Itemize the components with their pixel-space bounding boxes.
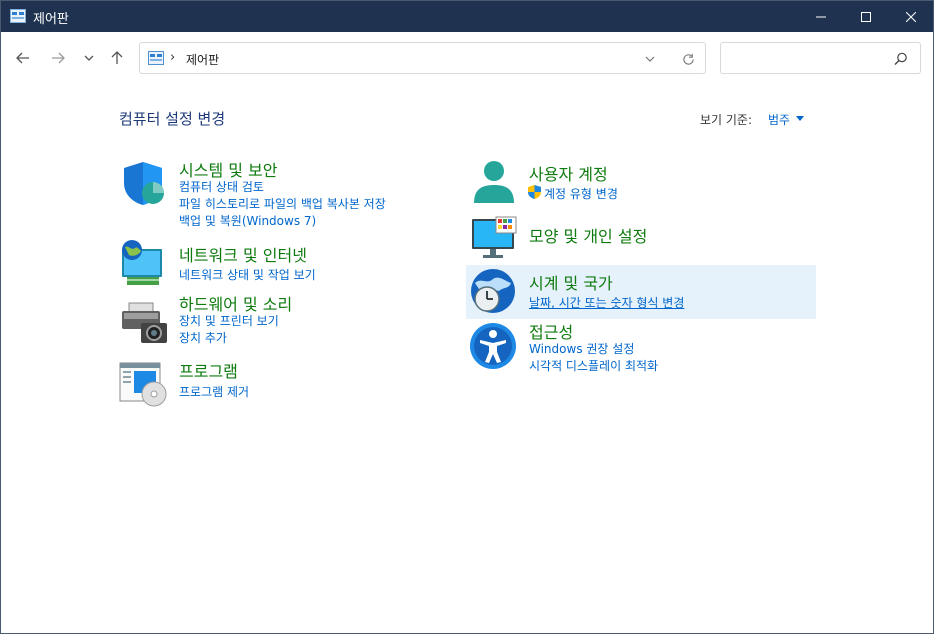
programs-disc-icon[interactable]	[119, 359, 167, 407]
link-review-computer-status[interactable]: 컴퓨터 상태 검토	[179, 178, 264, 195]
security-shield-icon[interactable]	[119, 159, 167, 207]
minimize-button[interactable]	[798, 1, 844, 32]
control-panel-app-icon	[10, 9, 26, 23]
link-change-account-type[interactable]: 계정 유형 변경	[544, 185, 618, 202]
search-box[interactable]	[720, 42, 921, 74]
control-panel-icon	[148, 51, 164, 65]
link-windows-recommended-settings[interactable]: Windows 권장 설정	[529, 340, 634, 357]
link-view-devices-printers[interactable]: 장치 및 프린터 보기	[179, 312, 279, 329]
close-icon	[906, 11, 916, 22]
user-accounts-icon[interactable]	[470, 159, 518, 207]
accessibility-icon[interactable]	[469, 322, 517, 370]
network-globe-icon[interactable]	[119, 239, 167, 287]
forward-button[interactable]	[46, 46, 70, 70]
minimize-icon	[816, 16, 826, 17]
arrow-left-icon	[16, 52, 29, 64]
back-button[interactable]	[11, 46, 35, 70]
link-network-status[interactable]: 네트워크 상태 및 작업 보기	[179, 266, 316, 283]
title-bar[interactable]: 제어판	[1, 1, 933, 32]
view-by-label: 보기 기준:	[700, 113, 753, 127]
breadcrumb-separator-icon[interactable]: ›	[170, 50, 175, 65]
refresh-button[interactable]	[678, 49, 698, 69]
up-button[interactable]	[105, 46, 129, 70]
category-title-network-internet[interactable]: 네트워크 및 인터넷	[179, 242, 307, 266]
page-title: 컴퓨터 설정 변경	[119, 110, 226, 128]
search-icon[interactable]	[893, 51, 909, 67]
uac-shield-icon	[528, 185, 541, 199]
category-title-programs[interactable]: 프로그램	[179, 358, 238, 382]
view-by-dropdown[interactable]: 범주	[768, 111, 790, 128]
link-file-history-backup[interactable]: 파일 히스토리로 파일의 백업 복사본 저장	[179, 195, 386, 212]
category-title-clock-region[interactable]: 시계 및 국가	[529, 270, 613, 294]
arrow-up-icon	[111, 51, 123, 64]
category-title-user-accounts[interactable]: 사용자 계정	[529, 161, 608, 185]
clock-globe-icon[interactable]	[469, 267, 517, 315]
address-bar[interactable]: › 제어판	[139, 42, 706, 74]
chevron-down-icon	[84, 55, 94, 61]
search-input[interactable]	[725, 47, 889, 71]
control-panel-window: 제어판 › 제어판 컴퓨터 설정 변경 보기 기준: 범주 시스템 및 보안 컴…	[0, 0, 934, 634]
maximize-button[interactable]	[843, 1, 889, 32]
breadcrumb-control-panel[interactable]: 제어판	[186, 51, 219, 68]
refresh-icon	[682, 53, 694, 65]
printer-camera-icon[interactable]	[119, 299, 167, 347]
caret-down-icon[interactable]	[796, 116, 804, 121]
maximize-icon	[861, 11, 871, 22]
link-backup-restore-windows7[interactable]: 백업 및 복원(Windows 7)	[179, 212, 316, 229]
appearance-monitor-icon[interactable]	[470, 213, 518, 261]
chevron-down-icon	[645, 56, 655, 62]
address-dropdown-button[interactable]	[640, 49, 660, 69]
arrow-right-icon	[52, 52, 65, 64]
link-add-device[interactable]: 장치 추가	[179, 329, 227, 346]
category-title-appearance[interactable]: 모양 및 개인 설정	[529, 223, 647, 247]
link-uninstall-program[interactable]: 프로그램 제거	[179, 383, 249, 400]
recent-locations-button[interactable]	[77, 46, 101, 70]
link-optimize-visual-display[interactable]: 시각적 디스플레이 최적화	[529, 357, 658, 374]
link-change-date-time-number-format[interactable]: 날짜, 시간 또는 숫자 형식 변경	[529, 294, 684, 311]
window-title: 제어판	[33, 12, 69, 27]
close-button[interactable]	[888, 1, 934, 32]
navigation-bar: › 제어판	[1, 32, 933, 86]
